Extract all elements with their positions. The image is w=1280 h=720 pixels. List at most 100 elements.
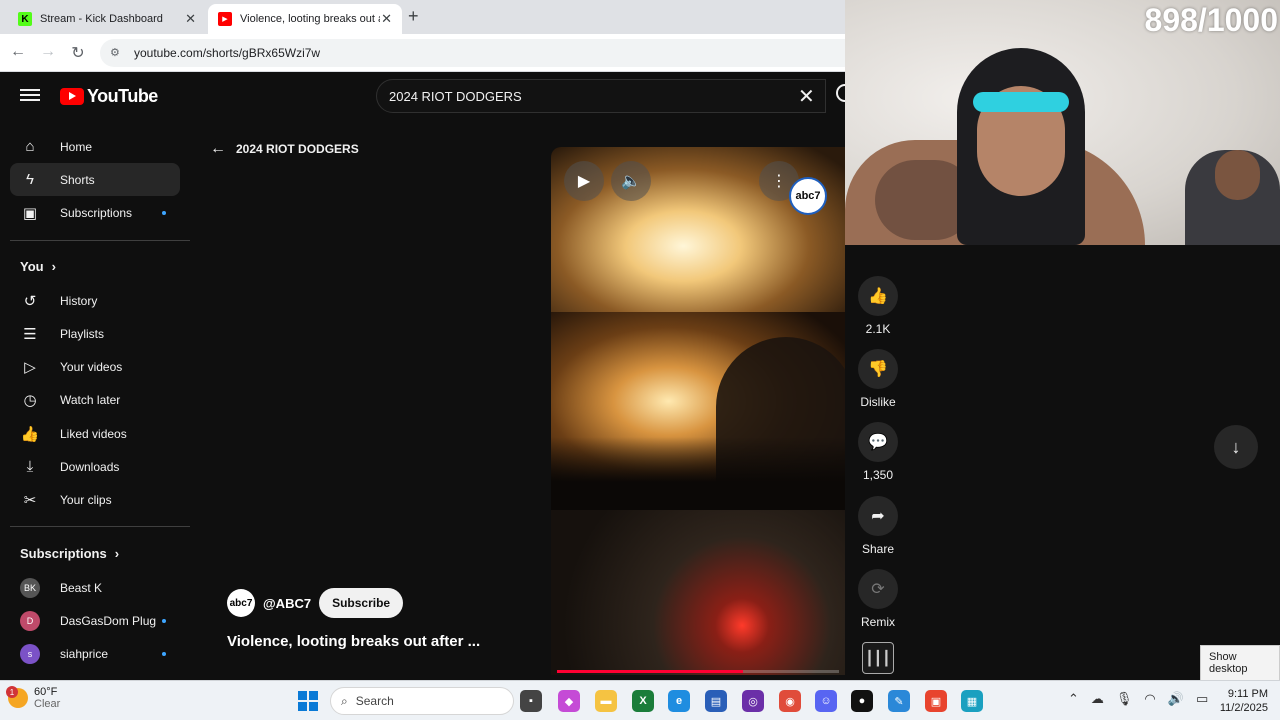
new-content-dot [162, 618, 166, 623]
url-input[interactable]: ⚙ youtube.com/shorts/gBRx65Wzi7w [100, 39, 845, 67]
sidebar-item-history[interactable]: ↺ History [10, 284, 180, 317]
sidebar-channel-dasgasdom[interactable]: D DasGasDom Plug [10, 604, 180, 637]
browser-tab-kick[interactable]: K Stream - Kick Dashboard ✕ [8, 4, 206, 34]
task-view-icon[interactable]: ▪ [520, 690, 542, 712]
taskbar-clock[interactable]: 9:11 PM 11/2/2025 [1218, 687, 1268, 715]
logo-text: YouTube [87, 86, 158, 106]
back-label: 2024 RIOT DODGERS [236, 142, 359, 156]
sidebar-channel-beast-k[interactable]: BK Beast K [10, 571, 180, 604]
comment-count: 1,350 [862, 468, 894, 482]
your-videos-icon: ▷ [24, 358, 36, 376]
shorts-icon: ϟ [26, 171, 34, 188]
sidebar-you-header[interactable]: You › [20, 259, 56, 274]
chrome-icon[interactable]: ◉ [779, 690, 801, 712]
sidebar-item-label: Downloads [60, 459, 120, 474]
sidebar-item-playlists[interactable]: ☰ Playlists [10, 317, 180, 350]
edge-icon[interactable]: e [668, 690, 690, 712]
wifi-icon[interactable]: ◠ [1144, 691, 1155, 707]
obs-icon[interactable]: ◎ [742, 690, 764, 712]
battery-icon[interactable]: ▭ [1196, 691, 1208, 707]
volume-icon[interactable]: 🔊 [1168, 691, 1184, 707]
subscriptions-header-label: Subscriptions [20, 546, 107, 561]
sidebar-item-your-clips[interactable]: ✂ Your clips [10, 483, 180, 516]
next-short-button[interactable]: ↓ [1214, 425, 1258, 469]
search-input[interactable]: 2024 RIOT DODGERS [376, 79, 826, 113]
back-arrow-icon: ← [210, 140, 226, 157]
chevron-up-icon[interactable]: ⌃ [1068, 691, 1079, 707]
speaker-icon: 🔈 [621, 173, 641, 190]
url-text: youtube.com/shorts/gBRx65Wzi7w [134, 46, 321, 60]
shorts-back-button[interactable]: ← 2024 RIOT DODGERS [210, 140, 359, 158]
download-icon: ⤓ [26, 458, 34, 475]
xbox-icon[interactable]: X [632, 690, 654, 712]
channel-handle[interactable]: @ABC7 [263, 596, 311, 611]
close-tab-icon[interactable]: ✕ [185, 11, 196, 27]
comments-button[interactable]: 💬 1,350 [858, 422, 898, 482]
watermark-text: abc7 [795, 190, 821, 202]
sidebar-item-label: Liked videos [60, 426, 127, 441]
system-tray: ⌃ ☁ 🎙 ◠ 🔊 ▭ [1068, 691, 1208, 707]
avatar: s [20, 643, 40, 664]
sound-button[interactable]: ┃┃┃ [862, 642, 894, 674]
sidebar-item-label: Playlists [60, 326, 105, 341]
arrow-down-icon: ↓ [1231, 436, 1241, 457]
hamburger-menu-icon[interactable] [20, 86, 40, 106]
like-button[interactable]: 👍 2.1K [858, 276, 898, 336]
reload-icon[interactable]: ↻ [68, 43, 88, 63]
close-tab-icon[interactable]: ✕ [381, 11, 392, 27]
forward-arrow-icon[interactable]: → [38, 43, 58, 61]
app-icon[interactable]: ▣ [925, 690, 947, 712]
discord-icon[interactable]: ☺ [815, 690, 837, 712]
clear-search-icon[interactable]: ✕ [798, 84, 815, 109]
weather-widget[interactable]: 1 60°F Clear [6, 686, 61, 710]
paint-icon[interactable]: ✎ [888, 690, 910, 712]
shorts-video-player[interactable]: ▶ 🔈 ⋮ abc7 [551, 147, 845, 675]
sidebar-channel-siahprice[interactable]: s siahprice [10, 637, 180, 670]
channel-avatar[interactable]: abc7 [227, 589, 255, 617]
play-button[interactable]: ▶ [564, 161, 604, 201]
sidebar-item-liked-videos[interactable]: 👍 Liked videos [10, 417, 180, 450]
avatar-text: abc7 [229, 597, 253, 609]
store-icon[interactable]: ▤ [705, 690, 727, 712]
video-title[interactable]: Violence, looting breaks out after ... [227, 633, 480, 650]
app-icon[interactable]: ● [851, 690, 873, 712]
sidebar-item-shorts[interactable]: ϟ Shorts [10, 163, 180, 196]
sidebar-divider [10, 526, 190, 527]
sidebar-divider [10, 240, 190, 241]
windows-start-icon[interactable] [298, 691, 318, 711]
tab-title: Violence, looting breaks out aft [240, 13, 380, 25]
video-progress-bar[interactable] [557, 670, 839, 673]
comment-icon: 💬 [858, 422, 898, 462]
copilot-icon[interactable]: ◆ [558, 690, 580, 712]
photos-icon[interactable]: ▦ [961, 690, 983, 712]
subscribe-button[interactable]: Subscribe [319, 588, 404, 618]
browser-tab-youtube[interactable]: ▶ Violence, looting breaks out aft ✕ [208, 4, 402, 34]
dislike-button[interactable]: 👎 Dislike [858, 349, 898, 409]
back-arrow-icon[interactable]: ← [8, 43, 28, 61]
avatar: BK [20, 577, 40, 598]
remix-button[interactable]: ⟳ Remix [858, 569, 898, 629]
new-tab-icon[interactable]: + [408, 6, 419, 27]
goal-counter: 898/1000 [1144, 2, 1278, 38]
sidebar-subscriptions-header[interactable]: Subscriptions › [20, 546, 119, 561]
onedrive-icon[interactable]: ☁ [1091, 691, 1104, 707]
microphone-icon[interactable]: 🎙 [1116, 691, 1133, 707]
sidebar-item-label: Subscriptions [60, 205, 133, 220]
sidebar-item-watch-later[interactable]: ◷ Watch later [10, 383, 180, 416]
taskbar-search[interactable]: ⌕ Search [330, 687, 514, 715]
weather-desc: Clear [34, 698, 61, 710]
sidebar-item-downloads[interactable]: ⤓ Downloads [10, 450, 180, 483]
file-explorer-icon[interactable]: ▬ [595, 690, 617, 712]
youtube-play-icon [60, 88, 84, 105]
new-content-dot [162, 210, 166, 215]
sidebar-item-label: Beast K [60, 580, 103, 595]
site-info-icon[interactable]: ⚙ [110, 46, 124, 60]
share-button[interactable]: ➦ Share [858, 496, 898, 556]
sidebar-item-your-videos[interactable]: ▷ Your videos [10, 350, 180, 383]
video-progress-fill [557, 670, 744, 673]
sidebar-item-subscriptions[interactable]: ▣ Subscriptions [10, 196, 180, 229]
youtube-logo[interactable]: YouTube [60, 86, 158, 107]
sidebar-item-home[interactable]: ⌂ Home [10, 130, 180, 163]
search-icon: ⌕ [341, 693, 348, 708]
volume-button[interactable]: 🔈 [611, 161, 651, 201]
